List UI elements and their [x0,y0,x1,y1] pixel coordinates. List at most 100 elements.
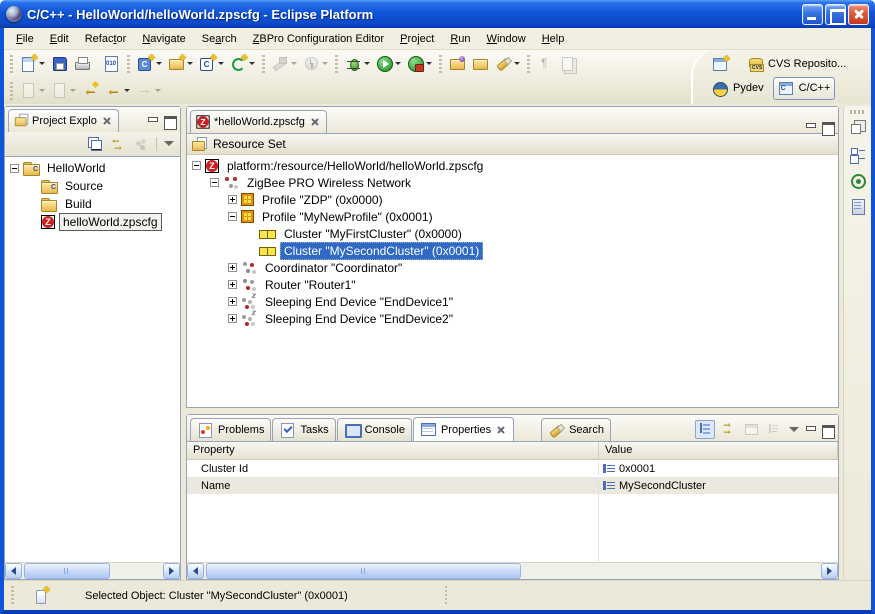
view-toolbar-button[interactable] [741,420,761,439]
value-column-header[interactable]: Value [599,442,838,459]
titlebar[interactable]: C/C++ - HelloWorld/helloWorld.zpscfg - E… [0,0,875,28]
toolbar-button[interactable] [557,52,580,76]
maximize-view-icon[interactable] [821,424,835,436]
toolbar-button[interactable] [436,55,445,73]
toolbar-button[interactable] [71,52,94,76]
menu-item[interactable]: Search [194,30,245,48]
menu-item[interactable]: Project [392,30,442,48]
dropdown-arrow-icon[interactable] [39,62,45,65]
scroll-right-icon[interactable] [163,563,180,579]
maximize-editor-icon[interactable] [821,121,835,133]
toolbar-button[interactable] [134,52,165,76]
property-row[interactable]: Name MySecondCluster [187,477,838,494]
close-view-icon[interactable] [101,115,113,127]
tree-item[interactable]: Router "Router1" [187,276,838,293]
toolbar-button[interactable] [17,52,48,76]
dropdown-arrow-icon[interactable] [291,62,297,65]
toolbar-button[interactable] [133,79,164,103]
expander-icon[interactable] [210,178,219,187]
view-tab[interactable]: Search [541,418,611,441]
toolbar-button[interactable] [79,79,102,103]
toolbar-button[interactable] [7,82,16,100]
toolbar-button[interactable] [7,55,16,73]
view-menu-icon[interactable] [162,137,176,151]
menu-item[interactable]: Window [479,30,534,48]
tree-item[interactable]: Build [5,195,180,213]
scroll-left-icon[interactable] [187,563,204,579]
toolbar-button[interactable] [446,52,469,76]
property-value-cell[interactable]: MySecondCluster [599,480,838,492]
property-column-header[interactable]: Property [187,442,599,459]
expander-icon[interactable] [10,164,19,173]
perspective-button[interactable]: CVS Reposito... [742,53,851,76]
toolbar-button[interactable] [227,52,258,76]
minimized-view-icon[interactable] [849,120,867,138]
window-close-button[interactable] [848,4,869,25]
tree-item[interactable]: Profile "ZDP" (0x0000) [187,191,838,208]
view-tab[interactable]: Properties [413,417,514,441]
fast-view-icon[interactable] [33,587,49,604]
toolbar-button[interactable] [48,79,79,103]
view-toolbar-button[interactable] [718,420,738,439]
close-editor-icon[interactable] [309,116,321,128]
tree-item[interactable]: Cluster "MySecondCluster" (0x0001) [187,242,838,259]
toolbar-button[interactable] [300,52,331,76]
expander-icon[interactable] [228,263,237,272]
dropdown-arrow-icon[interactable] [249,62,255,65]
toolbar-button[interactable] [102,79,133,103]
toolbar-button[interactable] [332,55,341,73]
scroll-left-icon[interactable] [5,563,22,579]
dropdown-arrow-icon[interactable] [155,89,161,92]
tree-item[interactable]: Profile "MyNewProfile" (0x0001) [187,208,838,225]
view-toolbar-button[interactable] [85,135,105,154]
minimized-view-icon[interactable] [849,146,867,164]
property-row[interactable]: Cluster Id 0x0001 [187,460,838,477]
maximize-view-icon[interactable] [163,115,177,127]
dropdown-arrow-icon[interactable] [187,62,193,65]
trim-drag-handle[interactable] [850,110,866,114]
view-toolbar-button[interactable] [695,420,715,439]
menu-item[interactable]: Help [534,30,573,48]
toolbar-button[interactable] [48,52,71,76]
dropdown-arrow-icon[interactable] [395,62,401,65]
dropdown-arrow-icon[interactable] [124,89,130,92]
menu-item[interactable]: Refactor [77,30,135,48]
tree-item[interactable]: helloWorld.zpscfg [5,213,180,231]
toolbar-button[interactable] [534,52,557,76]
close-view-icon[interactable] [495,424,507,436]
window-minimize-button[interactable] [802,4,823,25]
toolbar-button[interactable] [524,55,533,73]
expander-icon[interactable] [228,212,237,221]
minimize-editor-icon[interactable] [804,121,818,133]
expander-icon[interactable] [192,161,201,170]
menu-item[interactable]: Navigate [134,30,193,48]
property-value-cell[interactable]: 0x0001 [599,463,838,475]
dropdown-arrow-icon[interactable] [218,62,224,65]
tree-item[interactable]: Cluster "MyFirstCluster" (0x0000) [187,225,838,242]
tree-item[interactable]: Source [5,177,180,195]
toolbar-button[interactable] [469,52,492,76]
tree-item[interactable]: platform:/resource/HelloWorld/helloWorld… [187,157,838,174]
menu-item[interactable]: ZBPro Configuration Editor [245,30,392,48]
scroll-right-icon[interactable] [821,563,838,579]
toolbar-button[interactable] [196,52,227,76]
view-toolbar-button[interactable] [108,135,128,154]
dropdown-arrow-icon[interactable] [39,89,45,92]
minimized-view-icon[interactable] [849,198,867,216]
dropdown-arrow-icon[interactable] [156,62,162,65]
menu-item[interactable]: File [8,30,42,48]
dropdown-arrow-icon[interactable] [426,62,432,65]
view-toolbar-button[interactable] [131,135,151,154]
menu-item[interactable]: Edit [42,30,77,48]
properties-hscrollbar[interactable] [187,562,838,579]
toolbar-button[interactable] [492,52,523,76]
editor-tab[interactable]: *helloWorld.zpscfg [190,110,327,133]
view-toolbar-button[interactable] [764,420,784,439]
minimize-view-icon[interactable] [146,115,160,127]
view-tab[interactable]: Console [337,418,412,441]
perspective-button[interactable]: C/C++ [773,77,836,100]
toolbar-button[interactable] [373,52,404,76]
toolbar-button[interactable] [342,52,373,76]
dropdown-arrow-icon[interactable] [70,89,76,92]
project-explorer-hscrollbar[interactable] [5,562,180,579]
